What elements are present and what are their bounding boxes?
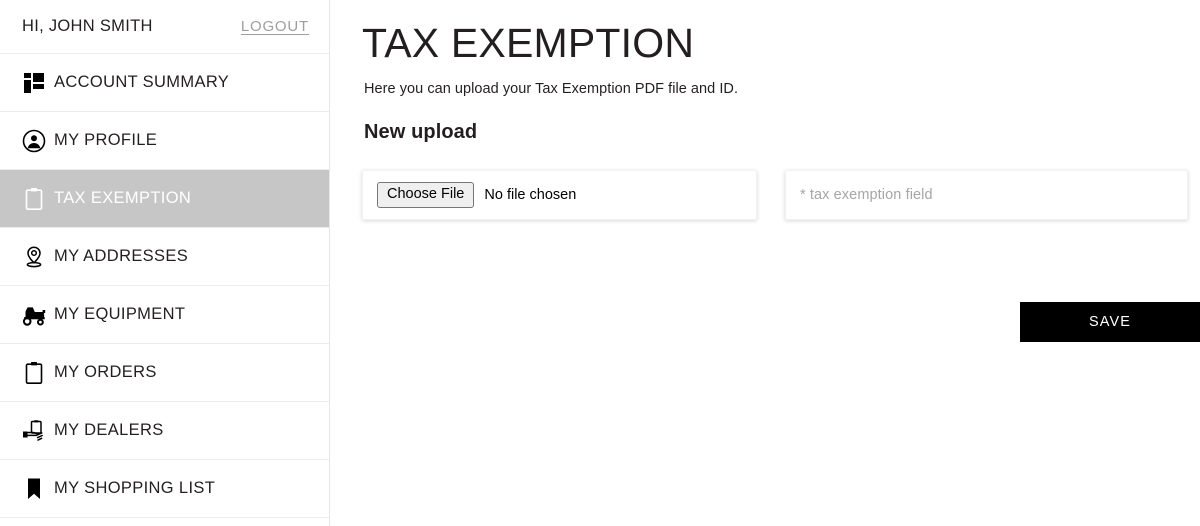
sidebar-item-my-orders[interactable]: MY ORDERS bbox=[0, 344, 329, 402]
sidebar-item-my-shopping-list[interactable]: MY SHOPPING LIST bbox=[0, 460, 329, 518]
file-upload-field[interactable]: Choose File No file chosen bbox=[362, 170, 757, 221]
sidebar-item-account-summary[interactable]: ACCOUNT SUMMARY bbox=[0, 54, 329, 112]
sidebar-item-label: MY EQUIPMENT bbox=[54, 305, 186, 323]
sidebar-item-label: MY PROFILE bbox=[54, 131, 158, 149]
sidebar-item-my-dealers[interactable]: MY DEALERS bbox=[0, 402, 329, 460]
sidebar-item-my-profile[interactable]: MY PROFILE bbox=[0, 112, 329, 170]
page-title: TAX EXEMPTION bbox=[362, 20, 695, 66]
main-content: TAX EXEMPTION Here you can upload your T… bbox=[330, 0, 1200, 526]
save-row: SAVE bbox=[330, 302, 1200, 342]
page-subtitle: Here you can upload your Tax Exemption P… bbox=[364, 81, 739, 98]
user-circle-icon bbox=[14, 126, 54, 156]
handshake-icon bbox=[14, 416, 54, 446]
clipboard-icon bbox=[14, 358, 54, 388]
sidebar-item-label: MY ORDERS bbox=[54, 363, 157, 381]
sidebar-header: HI, JOHN SMITH LOGOUT bbox=[0, 0, 329, 54]
tax-exemption-field[interactable]: * tax exemption field bbox=[785, 170, 1188, 221]
tax-exemption-input-placeholder: * tax exemption field bbox=[800, 187, 933, 204]
tractor-icon bbox=[14, 300, 54, 330]
account-page: HI, JOHN SMITH LOGOUT ACCOUNT SUMMARY MY… bbox=[0, 0, 1200, 526]
file-chosen-status: No file chosen bbox=[484, 187, 577, 204]
save-button[interactable]: SAVE bbox=[1020, 302, 1200, 342]
map-pin-icon bbox=[14, 242, 54, 272]
choose-file-button[interactable]: Choose File bbox=[377, 182, 475, 208]
section-title-new-upload: New upload bbox=[364, 121, 478, 144]
sidebar-item-label: TAX EXEMPTION bbox=[54, 189, 192, 207]
dashboard-grid-icon bbox=[14, 68, 54, 98]
file-input-wrap: Choose File No file chosen bbox=[377, 182, 576, 208]
bookmark-icon bbox=[14, 474, 54, 504]
sidebar-item-label: MY DEALERS bbox=[54, 421, 164, 439]
upload-form-row: Choose File No file chosen * tax exempti… bbox=[362, 170, 1200, 221]
sidebar-item-label: MY SHOPPING LIST bbox=[54, 479, 216, 497]
logout-link[interactable]: LOGOUT bbox=[241, 18, 309, 35]
sidebar-item-my-addresses[interactable]: MY ADDRESSES bbox=[0, 228, 329, 286]
sidebar-item-label: ACCOUNT SUMMARY bbox=[54, 73, 230, 91]
user-greeting: HI, JOHN SMITH bbox=[22, 17, 153, 35]
sidebar-item-tax-exemption[interactable]: TAX EXEMPTION bbox=[0, 170, 329, 228]
sidebar-item-my-equipment[interactable]: MY EQUIPMENT bbox=[0, 286, 329, 344]
clipboard-icon bbox=[14, 184, 54, 214]
sidebar: HI, JOHN SMITH LOGOUT ACCOUNT SUMMARY MY… bbox=[0, 0, 330, 526]
sidebar-item-label: MY ADDRESSES bbox=[54, 247, 189, 265]
